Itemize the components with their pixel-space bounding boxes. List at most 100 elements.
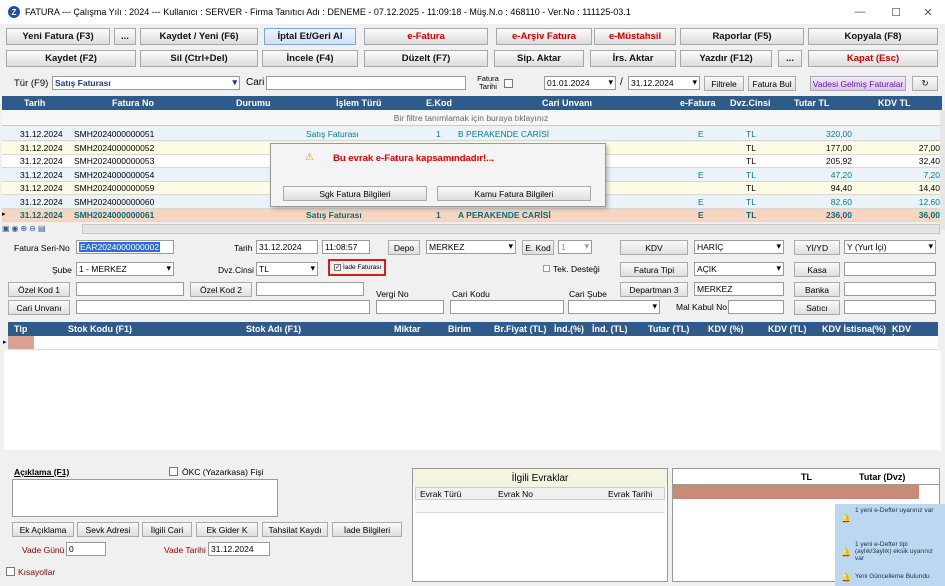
yi-yd-button[interactable]: Yİ/YD bbox=[794, 240, 840, 255]
detail-col-br-fiyat[interactable]: Br.Fiyat (TL) bbox=[494, 324, 547, 334]
detail-row-tip-cell[interactable] bbox=[8, 336, 34, 349]
date-to-input[interactable]: 31.12.2024 bbox=[628, 76, 700, 90]
detail-col-tutar[interactable]: Tutar (TL) bbox=[648, 324, 689, 334]
yeni-fatura-button[interactable]: Yeni Fatura (F3) bbox=[6, 28, 110, 45]
detail-col-kdv-istisna-yuzde[interactable]: KDV İstisna(%) bbox=[822, 324, 886, 334]
mal-kabul-input[interactable] bbox=[728, 300, 784, 314]
detail-col-stok-adi[interactable]: Stok Adı (F1) bbox=[246, 324, 301, 334]
iade-bilgileri-button[interactable]: İade Bilgileri bbox=[332, 522, 402, 537]
depo-button[interactable]: Depo bbox=[388, 240, 420, 255]
sube-select[interactable]: 1 - MERKEZ bbox=[76, 262, 174, 276]
fatura-tipi-button[interactable]: Fatura Tipi bbox=[620, 262, 688, 277]
col-cari-unvani[interactable]: Cari Unvanı bbox=[542, 98, 592, 108]
evrak-col-no[interactable]: Evrak No bbox=[498, 489, 533, 499]
vade-tarihi-input[interactable]: 31.12.2024 bbox=[208, 542, 270, 556]
notification-e-defter[interactable]: 🔔 1 yeni e-Defter uyarınız var bbox=[835, 504, 945, 538]
maximize-icon[interactable]: ☐ bbox=[879, 0, 913, 24]
tur-select[interactable]: Satış Faturası bbox=[52, 76, 240, 90]
dvz-cinsi-select[interactable]: TL bbox=[256, 262, 318, 276]
detail-col-stok-kodu[interactable]: Stok Kodu (F1) bbox=[68, 324, 132, 334]
detail-col-kdv-yuzde[interactable]: KDV (%) bbox=[708, 324, 744, 334]
iptal-et-button[interactable]: İptal Et/Geri Al bbox=[264, 28, 356, 45]
table-row[interactable]: 31.12.2024 SMH2024000000061 Satış Faturası… bbox=[2, 209, 940, 222]
seri-no-input[interactable]: EAR2024000000002 bbox=[76, 240, 174, 254]
ilgili-cari-button[interactable]: İlgili Cari bbox=[142, 522, 192, 537]
grid-nav-icons[interactable]: ▣◉⊕⊖▤ bbox=[2, 224, 72, 234]
e-arsiv-button[interactable]: e-Arşiv Fatura bbox=[496, 28, 592, 45]
cari-kodu-input[interactable] bbox=[450, 300, 564, 314]
table-row[interactable]: 31.12.2024 SMH2024000000051 Satış Faturası… bbox=[2, 128, 940, 141]
iade-checkbox-box[interactable]: ✓ bbox=[334, 264, 341, 271]
aciklama-textarea[interactable] bbox=[12, 479, 278, 517]
saat-input[interactable]: 11:08:57 bbox=[322, 240, 370, 254]
minimize-icon[interactable]: — bbox=[843, 0, 877, 24]
ozel-kod-1-input[interactable] bbox=[76, 282, 184, 296]
vergi-no-input[interactable] bbox=[376, 300, 444, 314]
col-tutar-tl[interactable]: Tutar TL bbox=[794, 98, 829, 108]
kasa-input[interactable] bbox=[844, 262, 936, 276]
col-tarih[interactable]: Tarih bbox=[24, 98, 45, 108]
col-ekod[interactable]: E.Kod bbox=[426, 98, 452, 108]
kaydet-button[interactable]: Kaydet (F2) bbox=[6, 50, 136, 67]
ozel-kod-2-input[interactable] bbox=[256, 282, 364, 296]
detail-col-miktar[interactable]: Miktar bbox=[394, 324, 421, 334]
sip-aktar-button[interactable]: Sip. Aktar bbox=[494, 50, 584, 67]
col-kdv-tl[interactable]: KDV TL bbox=[878, 98, 911, 108]
fatura-tipi-select[interactable]: AÇIK bbox=[694, 262, 784, 276]
sevk-adresi-button[interactable]: Sevk Adresi bbox=[77, 522, 139, 537]
irs-aktar-button[interactable]: İrs. Aktar bbox=[590, 50, 676, 67]
vadesi-gelmis-button[interactable]: Vadesi Gelmiş Faturalar bbox=[810, 76, 906, 91]
filtrele-button[interactable]: Filtrele bbox=[704, 76, 744, 91]
evrak-row[interactable] bbox=[415, 500, 665, 513]
e-mustahsil-button[interactable]: e-Müstahsil bbox=[594, 28, 676, 45]
detail-grid-body[interactable] bbox=[4, 350, 941, 450]
depo-select[interactable]: MERKEZ bbox=[426, 240, 516, 254]
detail-col-kdv-tl[interactable]: KDV (TL) bbox=[768, 324, 807, 334]
evrak-col-tarih[interactable]: Evrak Tarihi bbox=[608, 489, 652, 499]
ekod-button[interactable]: E. Kod bbox=[522, 240, 554, 255]
satici-button[interactable]: Satıcı bbox=[794, 300, 840, 315]
evrak-col-turu[interactable]: Evrak Türü bbox=[420, 489, 461, 499]
more-button-2[interactable]: ... bbox=[778, 50, 802, 67]
notification-e-defter-tipi[interactable]: 🔔 1 yeni e-Defter tipi (aylık/3aylık) eks… bbox=[835, 538, 945, 570]
ekod-select[interactable]: 1 bbox=[558, 240, 592, 254]
cari-filter-input[interactable] bbox=[266, 76, 466, 90]
kdv-button[interactable]: KDV bbox=[620, 240, 688, 255]
kisayollar-checkbox[interactable] bbox=[6, 567, 15, 576]
detail-col-tip[interactable]: Tip bbox=[14, 324, 27, 334]
refresh-icon[interactable]: ↻ bbox=[912, 76, 938, 91]
detail-row[interactable]: ▸ bbox=[3, 336, 938, 350]
detail-col-birim[interactable]: Birim bbox=[448, 324, 471, 334]
fatura-bul-button[interactable]: Fatura Bul bbox=[748, 76, 796, 91]
kasa-button[interactable]: Kasa bbox=[794, 262, 840, 277]
yazdir-button[interactable]: Yazdır (F12) bbox=[680, 50, 772, 67]
cari-unvani-input[interactable] bbox=[76, 300, 370, 314]
yi-yd-select[interactable]: Y (Yurt İçi) bbox=[844, 240, 936, 254]
ozel-kod-1-button[interactable]: Özel Kod 1 bbox=[8, 282, 70, 297]
sgk-fatura-button[interactable]: Sgk Fatura Bilgileri bbox=[283, 186, 427, 201]
tahsilat-kaydi-button[interactable]: Tahsilat Kaydı bbox=[262, 522, 328, 537]
col-islem-turu[interactable]: İşlem Türü bbox=[336, 98, 382, 108]
tek-destegi-checkbox[interactable] bbox=[543, 265, 550, 272]
col-fatura-no[interactable]: Fatura No bbox=[112, 98, 154, 108]
banka-button[interactable]: Banka bbox=[794, 282, 840, 297]
kopyala-button[interactable]: Kopyala (F8) bbox=[808, 28, 938, 45]
raporlar-button[interactable]: Raporlar (F5) bbox=[680, 28, 804, 45]
departman-button[interactable]: Departman 3 bbox=[620, 282, 688, 297]
incele-button[interactable]: İncele (F4) bbox=[262, 50, 358, 67]
duzelt-button[interactable]: Düzelt (F7) bbox=[364, 50, 488, 67]
kdv-select[interactable]: HARİÇ bbox=[694, 240, 784, 254]
more-button-1[interactable]: ... bbox=[114, 28, 136, 45]
e-fatura-button[interactable]: e-Fatura bbox=[364, 28, 488, 45]
okc-checkbox[interactable] bbox=[169, 467, 178, 476]
close-icon[interactable]: ✕ bbox=[911, 0, 945, 24]
iade-faturasi-checkbox[interactable]: ✓ İade Faturası bbox=[328, 259, 386, 276]
col-e-fatura[interactable]: e-Fatura bbox=[680, 98, 716, 108]
ek-gider-button[interactable]: Ek Gider K bbox=[196, 522, 258, 537]
tarih-input[interactable]: 31.12.2024 bbox=[256, 240, 318, 254]
vade-gunu-input[interactable]: 0 bbox=[66, 542, 106, 556]
notification-guncelleme[interactable]: 🔔 Yeni Güncelleme Bulundu bbox=[835, 570, 945, 586]
sil-button[interactable]: Sil (Ctrl+Del) bbox=[140, 50, 258, 67]
grid-horizontal-scrollbar[interactable] bbox=[82, 224, 940, 234]
banka-input[interactable] bbox=[844, 282, 936, 296]
